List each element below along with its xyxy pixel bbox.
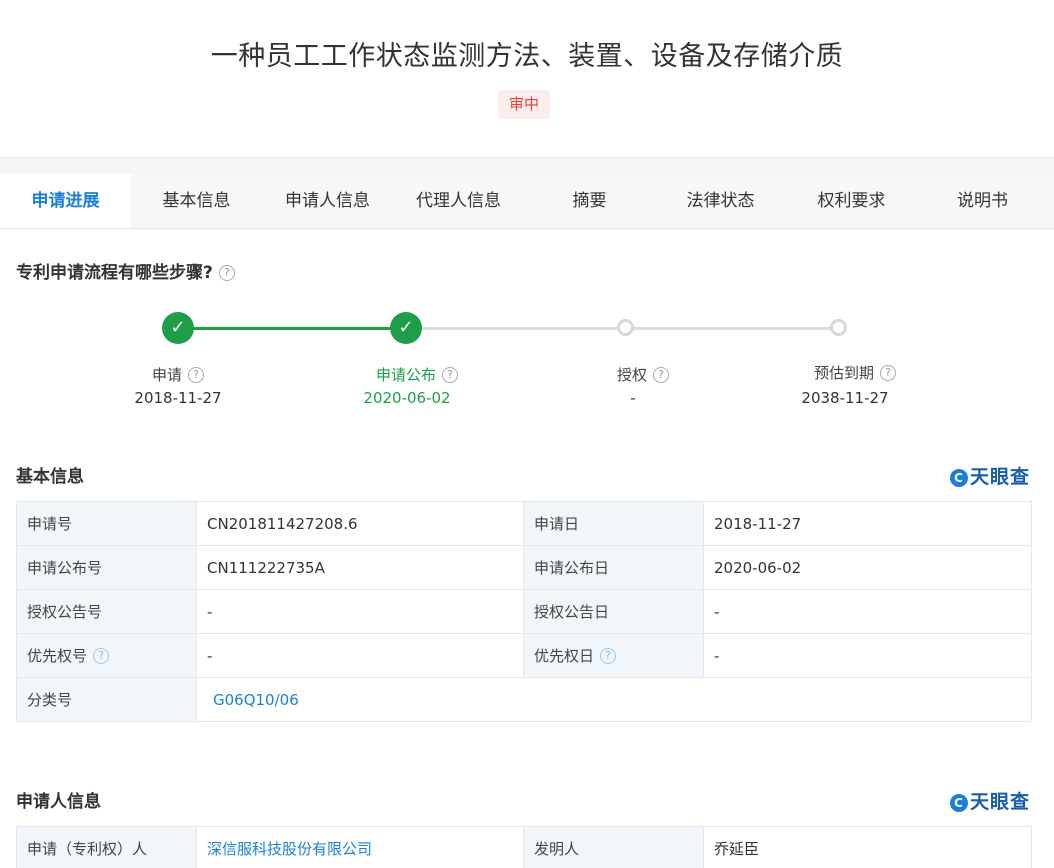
step-date-publish: 2020-06-02 — [363, 389, 451, 407]
tianyancha-logo-icon: C — [949, 794, 968, 812]
patent-header: 一种员工工作状态监测方法、装置、设备及存储介质 审中 — [0, 0, 1054, 157]
tab-abstract[interactable]: 摘要 — [524, 174, 655, 228]
step-done-check-icon: ✓ — [390, 312, 422, 344]
table-key-text: 优先权号 — [27, 647, 88, 665]
table-value: - — [703, 589, 1032, 634]
table-row: 申请公布号 CN111222735A 申请公布日 2020-06-02 — [16, 545, 1032, 590]
tab-description[interactable]: 说明书 — [917, 174, 1048, 228]
tianyancha-logo: C 天眼查 — [949, 462, 1030, 489]
basic-info-table: 申请号 CN201811427208.6 申请日 2018-11-27 申请公布… — [16, 501, 1032, 722]
progress-heading: 专利申请流程有哪些步骤?? — [16, 258, 235, 283]
table-value: 乔延臣 — [703, 826, 1032, 868]
tab-basic-info[interactable]: 基本信息 — [131, 174, 262, 228]
table-key-text: 优先权日 — [534, 647, 595, 665]
step-date-apply: 2018-11-27 — [134, 389, 222, 407]
step-label-text: 申请公布 — [375, 366, 436, 384]
table-key: 申请公布日 — [523, 545, 704, 590]
tab-agent-info[interactable]: 代理人信息 — [393, 174, 524, 228]
step-date-grant: - — [630, 389, 636, 407]
tianyancha-logo-text: 天眼查 — [969, 791, 1030, 813]
table-value: - — [196, 633, 524, 678]
table-key: 发明人 — [523, 826, 704, 868]
step-label-text: 申请 — [151, 366, 182, 384]
table-value: 2020-06-02 — [703, 545, 1032, 590]
tianyancha-logo: C 天眼查 — [949, 787, 1030, 814]
step-label-expiry: 预估到期? — [775, 362, 935, 383]
patent-title: 一种员工工作状态监测方法、装置、设备及存储介质 — [210, 41, 844, 72]
table-key: 申请（专利权）人 — [16, 826, 197, 868]
step-label-grant: 授权? — [563, 364, 723, 385]
table-key: 分类号 — [16, 677, 197, 722]
progress-track-done — [178, 327, 406, 330]
tianyancha-logo-text: 天眼查 — [969, 466, 1030, 488]
help-icon[interactable]: ? — [600, 648, 617, 664]
step-date-expiry: 2038-11-27 — [801, 389, 889, 407]
table-value: 2018-11-27 — [703, 501, 1032, 546]
header-separator — [0, 157, 1054, 174]
table-row: 申请（专利权）人 深信服科技股份有限公司 发明人 乔延臣 — [16, 826, 1032, 868]
applicant-company-link[interactable]: 深信服科技股份有限公司 — [196, 826, 524, 868]
section-tabs: 申请进展 基本信息 申请人信息 代理人信息 摘要 法律状态 权利要求 说明书 — [0, 174, 1054, 229]
help-icon[interactable]: ? — [653, 367, 669, 383]
help-icon[interactable]: ? — [188, 367, 204, 383]
step-label-publish: 申请公布? — [337, 364, 497, 385]
table-key: 优先权日? — [523, 633, 704, 678]
table-key: 申请公布号 — [16, 545, 197, 590]
table-value: - — [703, 633, 1032, 678]
tianyancha-logo-icon: C — [949, 469, 968, 487]
table-key: 授权公告号 — [16, 589, 197, 634]
help-icon[interactable]: ? — [442, 367, 458, 383]
tab-claims[interactable]: 权利要求 — [786, 174, 917, 228]
table-row: 授权公告号 - 授权公告日 - — [16, 589, 1032, 634]
basic-info-heading: 基本信息 — [16, 467, 84, 487]
table-value: CN201811427208.6 — [196, 501, 524, 546]
table-row: 申请号 CN201811427208.6 申请日 2018-11-27 — [16, 501, 1032, 546]
help-icon[interactable]: ? — [880, 365, 896, 381]
table-key: 优先权号? — [16, 633, 197, 678]
step-label-apply: 申请? — [98, 364, 258, 385]
tab-application-progress[interactable]: 申请进展 — [0, 174, 131, 228]
help-icon[interactable]: ? — [93, 648, 110, 664]
table-key: 申请日 — [523, 501, 704, 546]
table-value: - — [196, 589, 524, 634]
table-row: 优先权号? - 优先权日? - — [16, 633, 1032, 678]
applicant-info-table: 申请（专利权）人 深信服科技股份有限公司 发明人 乔延臣 — [16, 826, 1032, 868]
table-row: 分类号 G06Q10/06 — [16, 677, 1032, 722]
step-pending-dot-icon — [830, 319, 847, 336]
table-key: 授权公告日 — [523, 589, 704, 634]
help-icon[interactable]: ? — [218, 265, 235, 281]
tab-legal-status[interactable]: 法律状态 — [655, 174, 786, 228]
tab-applicant-info[interactable]: 申请人信息 — [262, 174, 393, 228]
classification-link[interactable]: G06Q10/06 — [196, 677, 1032, 722]
step-label-text: 授权 — [616, 366, 647, 384]
progress-heading-text: 专利申请流程有哪些步骤? — [16, 263, 213, 283]
applicant-info-heading: 申请人信息 — [16, 792, 101, 812]
table-value: CN111222735A — [196, 545, 524, 590]
table-key: 申请号 — [16, 501, 197, 546]
status-badge: 审中 — [498, 90, 550, 119]
step-label-text: 预估到期 — [813, 364, 874, 382]
step-pending-dot-icon — [617, 319, 634, 336]
step-done-check-icon: ✓ — [162, 312, 194, 344]
